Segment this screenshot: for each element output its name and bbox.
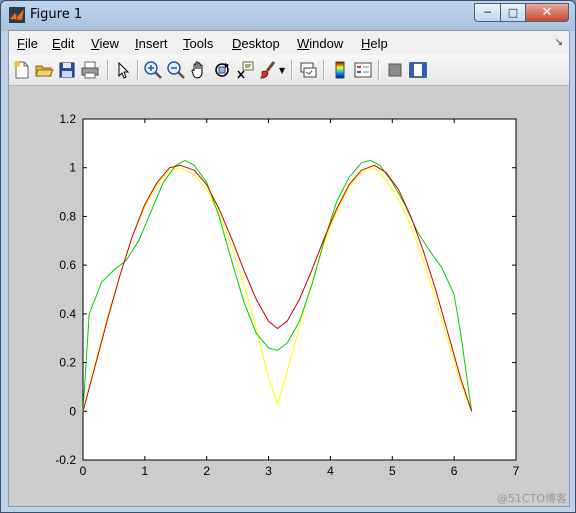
open-file-icon[interactable] <box>34 60 54 80</box>
plot-svg: 0 1 2 3 4 5 6 7 -0.2 0 0.2 0.4 0.6 0.8 1 1.2 <box>55 112 520 478</box>
pan-hand-icon[interactable] <box>189 60 209 80</box>
menu-insert[interactable]: Insert <box>135 36 168 51</box>
x-tick-label: 3 <box>265 464 272 478</box>
x-tick-label: 1 <box>142 464 149 478</box>
print-figure-icon[interactable] <box>80 60 100 80</box>
edit-plot-icon[interactable] <box>113 60 133 80</box>
x-tick-label: 6 <box>451 464 458 478</box>
menu-file-accel: F <box>17 36 25 51</box>
zoom-in-icon[interactable] <box>143 60 163 80</box>
brush-dropdown-icon[interactable]: ▼ <box>279 66 285 75</box>
toolbar-separator <box>323 60 325 80</box>
menu-desktop[interactable]: Desktop <box>232 36 280 51</box>
client-area: File Edit View Insert Tools Desktop Wind… <box>8 30 570 507</box>
window-title: Figure 1 <box>30 7 83 22</box>
minimize-button[interactable]: ─ <box>474 3 501 22</box>
figure-window: Figure 1 ─ □ ✕ File Edit View Insert Too… <box>0 0 576 513</box>
menu-edit[interactable]: Edit <box>52 36 74 51</box>
y-tick-label: 0.4 <box>59 307 76 321</box>
x-tick-label: 2 <box>203 464 210 478</box>
menu-view-accel: V <box>91 36 100 51</box>
insert-colorbar-icon[interactable] <box>330 60 350 80</box>
x-tick-label: 7 <box>513 464 520 478</box>
close-button[interactable]: ✕ <box>526 3 569 22</box>
menu-help[interactable]: Help <box>361 36 388 51</box>
menu-help-accel: H <box>361 36 371 51</box>
title-bar[interactable]: Figure 1 ─ □ ✕ <box>1 1 575 29</box>
new-figure-icon[interactable] <box>12 60 32 80</box>
y-tick-label: 0.6 <box>59 258 76 272</box>
rotate-3d-icon[interactable] <box>212 60 232 80</box>
menu-tools[interactable]: Tools <box>183 36 213 51</box>
toolbar-separator <box>291 60 293 80</box>
y-tick-label: 0.2 <box>59 356 76 370</box>
figure-canvas: 0 1 2 3 4 5 6 7 -0.2 0 0.2 0.4 0.6 0.8 1 1.2 <box>9 86 569 506</box>
zoom-out-icon[interactable] <box>166 60 186 80</box>
save-figure-icon[interactable] <box>57 60 77 80</box>
menu-bar: File Edit View Insert Tools Desktop Wind… <box>9 31 569 55</box>
y-tick-label: 1 <box>69 161 76 175</box>
toolbar-separator <box>137 60 139 80</box>
toolbar-separator <box>378 60 380 80</box>
maximize-button[interactable]: □ <box>501 3 526 22</box>
show-plot-tools-icon[interactable] <box>408 60 428 80</box>
hide-plot-tools-icon[interactable] <box>385 60 405 80</box>
link-plot-icon[interactable] <box>298 60 318 80</box>
menu-edit-accel: E <box>52 36 61 51</box>
y-tick-label: -0.2 <box>55 453 76 467</box>
figure-toolbar: ▼ <box>9 55 569 86</box>
menu-file[interactable]: File <box>17 36 38 51</box>
x-tick-label: 5 <box>389 464 396 478</box>
y-tick-label: 0.8 <box>59 209 76 223</box>
y-tick-label: 0 <box>69 404 76 418</box>
menu-view[interactable]: View <box>91 36 119 51</box>
y-tick-label: 1.2 <box>59 112 76 126</box>
insert-legend-icon[interactable] <box>353 60 373 80</box>
menu-tools-accel: T <box>183 36 190 51</box>
brush-icon[interactable] <box>258 60 278 80</box>
toolbar-separator <box>107 60 109 80</box>
window-controls: ─ □ ✕ <box>474 3 569 22</box>
menu-window[interactable]: Window <box>297 36 343 51</box>
menu-insert-accel: I <box>135 36 139 51</box>
matlab-icon <box>9 7 25 23</box>
x-tick-label: 0 <box>80 464 87 478</box>
menu-window-accel: W <box>297 36 310 51</box>
x-tick-label: 4 <box>327 464 334 478</box>
dock-arrow-icon[interactable]: ↘ <box>555 37 563 48</box>
menu-desktop-accel: D <box>232 36 242 51</box>
watermark-text: @51CTO博客 <box>496 492 567 505</box>
data-cursor-icon[interactable] <box>235 60 255 80</box>
axes-background[interactable] <box>82 118 517 461</box>
